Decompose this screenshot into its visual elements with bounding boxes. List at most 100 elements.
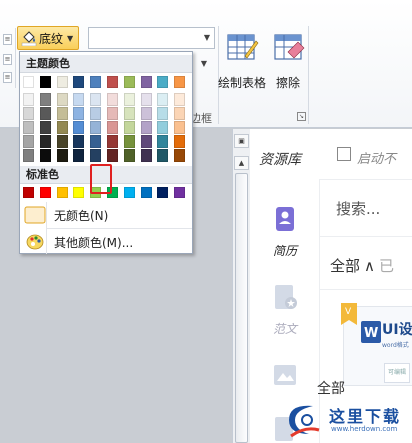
color-swatch[interactable]: [157, 76, 168, 88]
more-colors-option[interactable]: 其他颜色(M)...: [21, 228, 192, 256]
color-swatch[interactable]: [73, 135, 84, 148]
nav-item-image[interactable]: [250, 361, 320, 392]
standard-color-swatch[interactable]: [174, 187, 185, 198]
standard-color-swatch[interactable]: [124, 187, 135, 198]
search-input[interactable]: 搜索...: [336, 198, 380, 219]
color-swatch[interactable]: [57, 107, 68, 120]
color-swatch[interactable]: [174, 121, 185, 134]
color-swatch[interactable]: [73, 76, 84, 88]
color-swatch[interactable]: [40, 149, 51, 162]
category-filter[interactable]: 全部 ∧ 已: [330, 255, 394, 276]
svg-text:W: W: [364, 326, 378, 341]
border-width-dropdown[interactable]: ▼: [194, 54, 214, 74]
color-swatch[interactable]: [157, 107, 168, 120]
color-swatch[interactable]: [107, 107, 118, 120]
template-card[interactable]: V W UI设 word格式 可编辑: [341, 303, 412, 386]
color-swatch[interactable]: [73, 121, 84, 134]
color-swatch[interactable]: [90, 135, 101, 148]
color-swatch[interactable]: [90, 93, 101, 106]
color-swatch[interactable]: [23, 107, 34, 120]
color-swatch[interactable]: [23, 76, 34, 88]
standard-color-swatch[interactable]: [157, 187, 168, 198]
color-swatch[interactable]: [124, 76, 135, 88]
color-swatch[interactable]: [141, 107, 152, 120]
align-control-3[interactable]: ≡: [3, 72, 12, 83]
color-swatch[interactable]: [23, 135, 34, 148]
nav-item-resume[interactable]: 简历: [250, 205, 320, 259]
color-swatch[interactable]: [124, 107, 135, 120]
color-swatch[interactable]: [23, 93, 34, 106]
standard-color-swatch[interactable]: [57, 187, 68, 198]
color-swatch[interactable]: [141, 93, 152, 106]
dialog-launcher-icon[interactable]: ↘: [297, 112, 306, 121]
page-view-icon[interactable]: ▣: [234, 134, 249, 148]
color-swatch[interactable]: [57, 135, 68, 148]
color-swatch[interactable]: [73, 93, 84, 106]
standard-color-swatch[interactable]: [141, 187, 152, 198]
color-swatch[interactable]: [40, 76, 51, 88]
ribbon-left-controls: ≡ ≡ ≡: [0, 28, 16, 88]
color-swatch[interactable]: [40, 135, 51, 148]
color-swatch[interactable]: [141, 121, 152, 134]
vertical-scrollbar[interactable]: ▣ ▲: [232, 129, 250, 443]
color-swatch[interactable]: [57, 121, 68, 134]
color-swatch[interactable]: [107, 76, 118, 88]
border-style-select[interactable]: ▼: [88, 27, 215, 49]
color-swatch[interactable]: [124, 93, 135, 106]
color-swatch[interactable]: [107, 149, 118, 162]
color-swatch[interactable]: [107, 121, 118, 134]
standard-color-swatch[interactable]: [40, 187, 51, 198]
color-swatch[interactable]: [90, 121, 101, 134]
color-swatch[interactable]: [141, 135, 152, 148]
color-swatch[interactable]: [174, 149, 185, 162]
card-title: UI设: [382, 322, 412, 338]
color-swatch[interactable]: [157, 135, 168, 148]
eraser-icon: [274, 34, 305, 60]
color-swatch[interactable]: [73, 107, 84, 120]
color-swatch[interactable]: [174, 76, 185, 88]
color-swatch[interactable]: [174, 93, 185, 106]
standard-color-swatch[interactable]: [23, 187, 34, 198]
color-swatch[interactable]: [174, 135, 185, 148]
color-swatch[interactable]: [124, 121, 135, 134]
shading-button[interactable]: 底纹 ▼: [17, 26, 79, 50]
paint-bucket-icon: [21, 31, 37, 46]
color-swatch[interactable]: [174, 107, 185, 120]
divider: [320, 179, 412, 180]
align-control[interactable]: ≡: [3, 34, 12, 45]
color-swatch[interactable]: [90, 107, 101, 120]
color-swatch[interactable]: [57, 76, 68, 88]
standard-color-swatch[interactable]: [73, 187, 84, 198]
color-swatch[interactable]: [57, 93, 68, 106]
color-swatch[interactable]: [90, 149, 101, 162]
color-swatch[interactable]: [107, 135, 118, 148]
nav-item-template[interactable]: 范文: [250, 283, 320, 337]
color-swatch[interactable]: [40, 121, 51, 134]
scrollbar-thumb[interactable]: [235, 173, 248, 443]
filter-more: 已: [379, 257, 395, 275]
color-swatch[interactable]: [23, 121, 34, 134]
auto-start-label: 启动不: [357, 152, 397, 167]
color-swatch[interactable]: [90, 76, 101, 88]
scroll-up-button[interactable]: ▲: [234, 156, 249, 170]
color-swatch[interactable]: [73, 149, 84, 162]
color-swatch[interactable]: [157, 93, 168, 106]
color-swatch[interactable]: [124, 149, 135, 162]
eraser-button[interactable]: 擦除: [272, 30, 305, 91]
color-swatch[interactable]: [23, 149, 34, 162]
color-swatch[interactable]: [124, 135, 135, 148]
color-swatch[interactable]: [40, 93, 51, 106]
draw-table-button[interactable]: 绘制表格: [216, 30, 268, 91]
color-swatch[interactable]: [157, 149, 168, 162]
resume-icon: [276, 207, 294, 231]
align-control-2[interactable]: ≡: [3, 54, 12, 65]
word-doc-icon: W: [361, 321, 381, 343]
color-swatch[interactable]: [57, 149, 68, 162]
auto-start-checkbox[interactable]: [337, 147, 351, 161]
color-swatch[interactable]: [141, 149, 152, 162]
no-color-option[interactable]: 无颜色(N): [21, 201, 192, 229]
color-swatch[interactable]: [141, 76, 152, 88]
color-swatch[interactable]: [157, 121, 168, 134]
color-swatch[interactable]: [107, 93, 118, 106]
color-swatch[interactable]: [40, 107, 51, 120]
